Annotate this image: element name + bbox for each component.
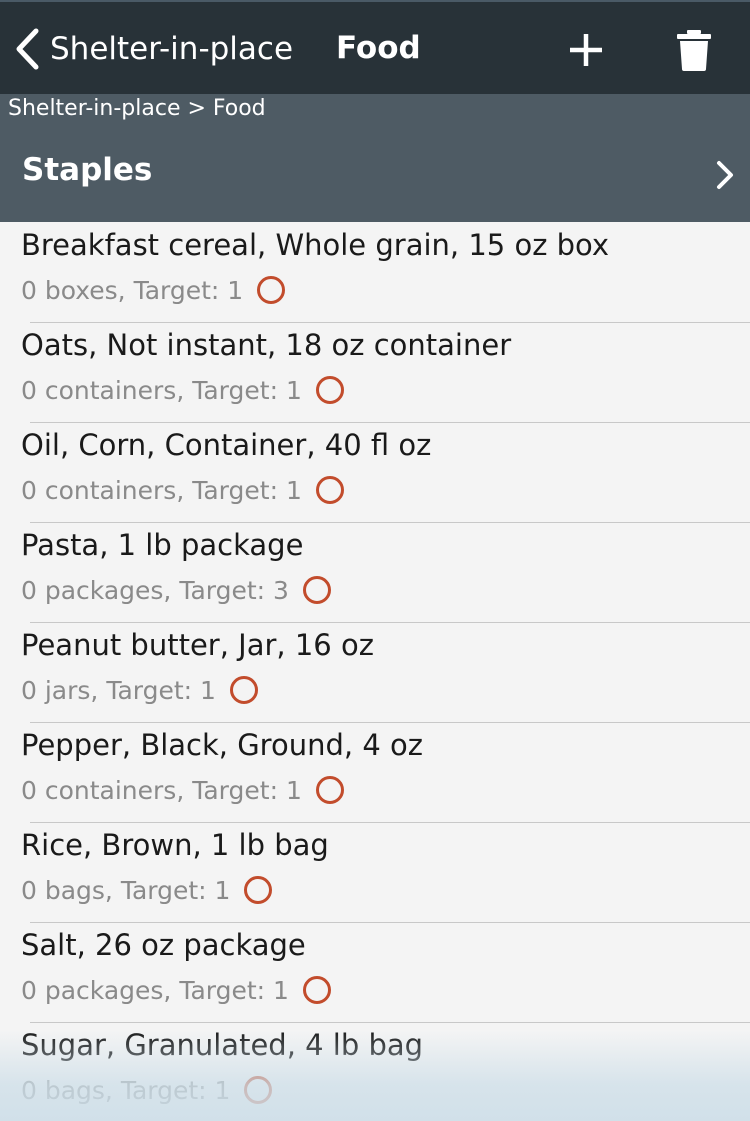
item-status: 0 jars, Target: 1 — [21, 675, 216, 705]
list-item[interactable]: Sugar, Granulated, 4 lb bag 0 bags, Targ… — [0, 1022, 750, 1121]
list-item[interactable]: Salt, 26 oz package 0 packages, Target: … — [0, 922, 750, 1022]
item-status: 0 containers, Target: 1 — [21, 475, 302, 505]
item-detail: 0 jars, Target: 1 — [21, 672, 258, 708]
item-detail: 0 containers, Target: 1 — [21, 372, 344, 408]
list-item[interactable]: Pepper, Black, Ground, 4 oz 0 containers… — [0, 722, 750, 822]
item-title: Oil, Corn, Container, 40 fl oz — [21, 428, 432, 462]
item-detail: 0 packages, Target: 3 — [21, 572, 331, 608]
item-status: 0 bags, Target: 1 — [21, 875, 231, 905]
section-title: Staples — [22, 152, 153, 188]
section-row-staples[interactable]: Staples — [0, 134, 750, 222]
status-circle-icon — [302, 976, 331, 1004]
breadcrumb: Shelter-in-place > Food — [8, 96, 266, 121]
item-status: 0 packages, Target: 3 — [21, 575, 289, 605]
item-title: Salt, 26 oz package — [21, 928, 306, 962]
navigation-bar: Shelter-in-place Food — [0, 0, 750, 94]
item-status: 0 containers, Target: 1 — [21, 775, 302, 805]
item-title: Peanut butter, Jar, 16 oz — [21, 628, 374, 662]
item-title: Oats, Not instant, 18 oz container — [21, 328, 512, 362]
section-header: Shelter-in-place > Food Staples — [0, 94, 750, 222]
item-title: Pepper, Black, Ground, 4 oz — [21, 728, 423, 762]
item-title: Pasta, 1 lb package — [21, 528, 304, 562]
item-status: 0 bags, Target: 1 — [21, 1075, 231, 1105]
status-circle-icon — [229, 676, 258, 704]
list-item[interactable]: Pasta, 1 lb package 0 packages, Target: … — [0, 522, 750, 622]
item-detail: 0 bags, Target: 1 — [21, 872, 273, 908]
item-status: 0 packages, Target: 1 — [21, 975, 289, 1005]
status-circle-icon — [315, 376, 344, 404]
list-item[interactable]: Oats, Not instant, 18 oz container 0 con… — [0, 322, 750, 422]
page-title: Food — [336, 30, 421, 66]
item-title: Breakfast cereal, Whole grain, 15 oz box — [21, 228, 610, 262]
list-item[interactable]: Oil, Corn, Container, 40 fl oz 0 contain… — [0, 422, 750, 522]
list-item[interactable]: Peanut butter, Jar, 16 oz 0 jars, Target… — [0, 622, 750, 722]
trash-icon[interactable] — [676, 28, 712, 72]
list-item[interactable]: Rice, Brown, 1 lb bag 0 bags, Target: 1 — [0, 822, 750, 922]
plus-icon[interactable] — [566, 30, 606, 70]
item-status: 0 boxes, Target: 1 — [21, 275, 244, 305]
list-item[interactable]: Breakfast cereal, Whole grain, 15 oz box… — [0, 222, 750, 322]
item-title: Sugar, Granulated, 4 lb bag — [21, 1028, 424, 1062]
back-button-label: Shelter-in-place — [50, 31, 294, 67]
status-circle-icon — [244, 1076, 273, 1104]
status-circle-icon — [244, 876, 273, 904]
item-detail: 0 bags, Target: 1 — [21, 1072, 273, 1108]
item-detail: 0 boxes, Target: 1 — [21, 272, 286, 308]
chevron-left-icon — [16, 28, 39, 70]
back-button[interactable]: Shelter-in-place — [14, 24, 293, 74]
item-detail: 0 containers, Target: 1 — [21, 772, 344, 808]
status-circle-icon — [302, 576, 331, 604]
item-list: Breakfast cereal, Whole grain, 15 oz box… — [0, 222, 750, 1121]
status-circle-icon — [257, 276, 286, 304]
item-detail: 0 containers, Target: 1 — [21, 472, 344, 508]
status-circle-icon — [315, 476, 344, 504]
item-detail: 0 packages, Target: 1 — [21, 972, 331, 1008]
status-circle-icon — [315, 776, 344, 804]
item-title: Rice, Brown, 1 lb bag — [21, 828, 329, 862]
chevron-right-icon — [717, 161, 733, 189]
item-status: 0 containers, Target: 1 — [21, 375, 302, 405]
